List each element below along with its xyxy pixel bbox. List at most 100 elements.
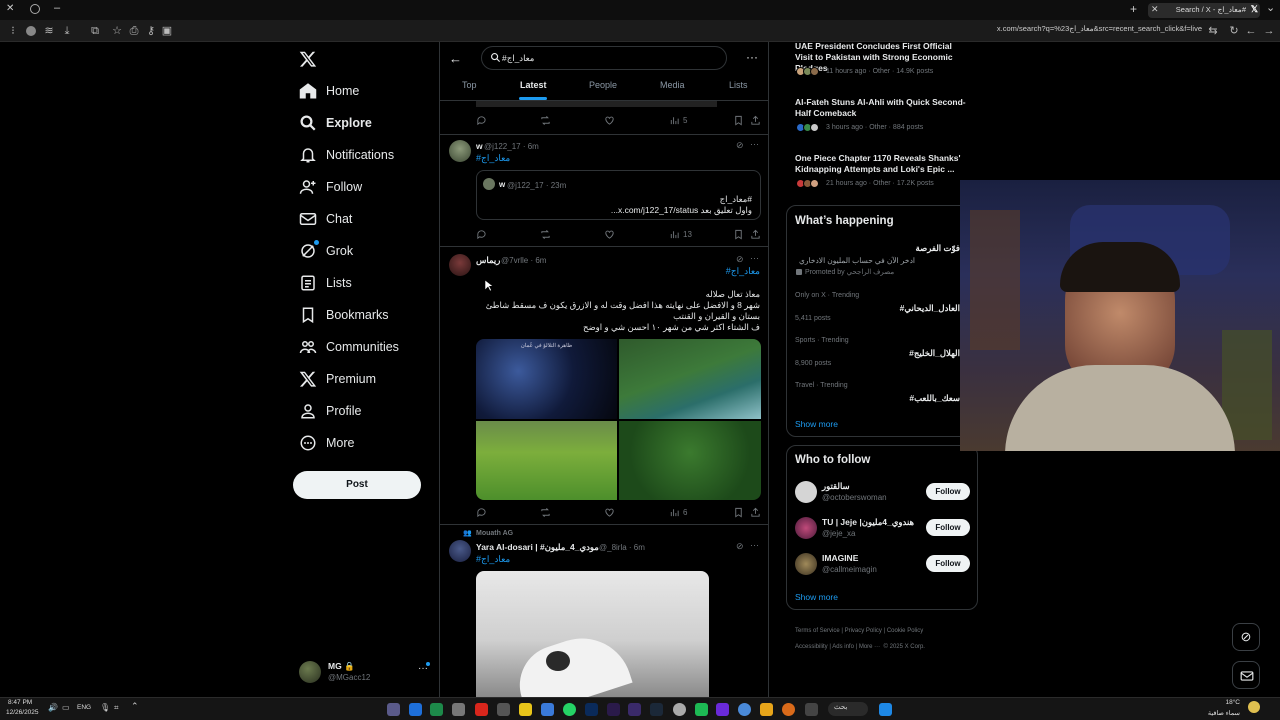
bookmark-icon[interactable] [733, 115, 744, 126]
more-dots-icon[interactable]: ··· [750, 139, 759, 149]
close-window-icon[interactable]: ✕ [6, 4, 16, 14]
messages-floating-button[interactable] [1232, 661, 1260, 689]
follow-suggestion[interactable]: سالقتور @octoberswoman Follow [795, 479, 970, 505]
like-icon[interactable] [604, 229, 615, 240]
taskbar-app-icon[interactable] [430, 703, 443, 716]
media-image[interactable] [619, 421, 761, 500]
taskbar-search[interactable]: بحث [828, 702, 868, 716]
taskbar-app-icon[interactable] [497, 703, 510, 716]
footer-link[interactable]: Accessibility [795, 644, 828, 650]
minimize-icon[interactable]: – [54, 2, 60, 14]
trend-name[interactable]: #العادل_الديحاني [900, 303, 960, 314]
taskbar-app-icon[interactable] [716, 703, 729, 716]
follow-suggestion[interactable]: IMAGINE @callmeimagin Follow [795, 551, 970, 577]
sidebar-icon[interactable]: ⁝ [6, 24, 20, 38]
nav-lists[interactable]: Lists [299, 270, 352, 296]
reload-icon[interactable]: ↻ [1227, 24, 1241, 38]
taskbar-app-icon[interactable] [519, 703, 532, 716]
bookmark-icon[interactable] [733, 229, 744, 240]
nav-premium[interactable]: Premium [299, 366, 376, 392]
retweet-icon[interactable] [540, 229, 551, 240]
avatar[interactable] [449, 140, 471, 162]
views-count[interactable]: 6 [669, 507, 687, 518]
taskbar-app-icon[interactable] [563, 703, 576, 716]
show-more-link[interactable]: Show more [795, 592, 838, 602]
favorite-star-icon[interactable]: ☆ [110, 24, 124, 38]
back-icon[interactable]: ← [1244, 24, 1258, 38]
tweet-hashtag[interactable]: #معاد_اج [726, 266, 760, 277]
news-title[interactable]: Al-Fateh Stuns Al-Ahli with Quick Second… [795, 97, 970, 119]
tab-list-icon[interactable]: ⌄ [1266, 1, 1275, 14]
microphone-icon[interactable]: 🎙 [100, 703, 110, 712]
reply-icon[interactable] [476, 507, 487, 518]
weather-temp[interactable]: 18°C [1225, 699, 1240, 706]
community-label[interactable]: Mouath AG [476, 530, 513, 537]
download-icon[interactable]: ⤓ [60, 24, 74, 38]
bookmark-icon[interactable] [733, 507, 744, 518]
like-icon[interactable] [604, 115, 615, 126]
retweet-icon[interactable] [540, 115, 551, 126]
footer-link[interactable]: Terms of Service [795, 628, 840, 634]
tab-latest[interactable]: Latest [520, 80, 547, 90]
taskbar-app-icon[interactable] [541, 703, 554, 716]
follow-suggestion[interactable]: TU | Jeje |هندوي_4مليون @jeje_xa Follow [795, 515, 970, 541]
profile-icon[interactable] [26, 26, 36, 36]
nav-bookmarks[interactable]: Bookmarks [299, 302, 389, 328]
follow-button[interactable]: Follow [926, 555, 970, 572]
clock-date[interactable]: 12/26/2025 [6, 709, 39, 716]
trend-name[interactable]: #سعك_باللعب [909, 393, 960, 404]
chevron-up-icon[interactable]: ⌃ [131, 701, 139, 712]
follow-button[interactable]: Follow [926, 483, 970, 500]
reply-icon[interactable] [476, 115, 487, 126]
footer-link[interactable]: More ··· [859, 644, 880, 650]
share-icon[interactable] [750, 507, 761, 518]
taskbar-app-icon[interactable] [650, 703, 663, 716]
follow-button[interactable]: Follow [926, 519, 970, 536]
share-icon[interactable] [750, 115, 761, 126]
key-icon[interactable]: ⚷ [144, 24, 158, 38]
start-icon[interactable] [879, 703, 892, 716]
tab-media[interactable]: Media [660, 80, 685, 90]
media-image[interactable] [476, 571, 709, 697]
footer-link[interactable]: Ads info [832, 644, 854, 650]
close-tab-icon[interactable]: ✕ [1151, 4, 1159, 15]
weather-icon[interactable] [1248, 701, 1260, 713]
network-icon[interactable]: ▭ [62, 703, 70, 712]
footer-link[interactable]: Cookie Policy [887, 628, 923, 634]
nav-follow[interactable]: Follow [299, 174, 362, 200]
tab-top[interactable]: Top [462, 80, 477, 90]
taskbar-app-icon[interactable] [475, 703, 488, 716]
post-button[interactable]: Post [293, 471, 421, 499]
tweet-author-name[interactable]: w [476, 141, 483, 151]
nav-chat[interactable]: Chat [299, 206, 352, 232]
taskbar-app-icon[interactable] [387, 703, 400, 716]
nav-profile[interactable]: Profile [299, 398, 361, 424]
taskbar-app-icon[interactable] [452, 703, 465, 716]
like-icon[interactable] [604, 507, 615, 518]
tweet-hashtag[interactable]: #معاد_اج [476, 153, 510, 164]
quote-tweet[interactable]: w @j122_17 · 23m #معاد_اج واول تعليق بعد… [476, 170, 761, 220]
more-dots-icon[interactable]: ··· [750, 253, 759, 263]
account-switcher[interactable]: MG 🔒 @MGacc12 ··· [299, 658, 431, 686]
bluetooth-icon[interactable]: ⌗ [114, 703, 119, 713]
news-title[interactable]: One Piece Chapter 1170 Reveals Shanks' K… [795, 153, 970, 175]
browser-menu-icon[interactable] [30, 4, 40, 14]
trend-name[interactable]: #الهلال_الخليج [909, 348, 960, 359]
search-options-icon[interactable]: ··· [746, 50, 758, 64]
retweet-icon[interactable] [540, 507, 551, 518]
address-bar[interactable]: x.com/search?q=%23معاد_اج&src=recent_sea… [880, 24, 1202, 38]
browser-tab[interactable]: ✕ Search / X - معاد_اج# 𝕏 [1148, 3, 1260, 18]
taskbar-app-icon[interactable] [695, 703, 708, 716]
taskbar-app-icon[interactable] [409, 703, 422, 716]
tab-lists[interactable]: Lists [729, 80, 748, 90]
show-more-link[interactable]: Show more [795, 419, 838, 429]
new-tab-icon[interactable]: + [1130, 2, 1137, 16]
grok-floating-button[interactable]: ⊘ [1232, 623, 1260, 651]
avatar[interactable] [449, 254, 471, 276]
tweet-author-name[interactable]: ريماس [476, 255, 500, 266]
footer-link[interactable]: Privacy Policy [845, 628, 882, 634]
more-dots-icon[interactable]: ··· [750, 540, 759, 550]
clock-time[interactable]: 8:47 PM [8, 699, 32, 706]
views-count[interactable]: 13 [669, 229, 692, 240]
language-indicator[interactable]: ENG [77, 704, 91, 711]
